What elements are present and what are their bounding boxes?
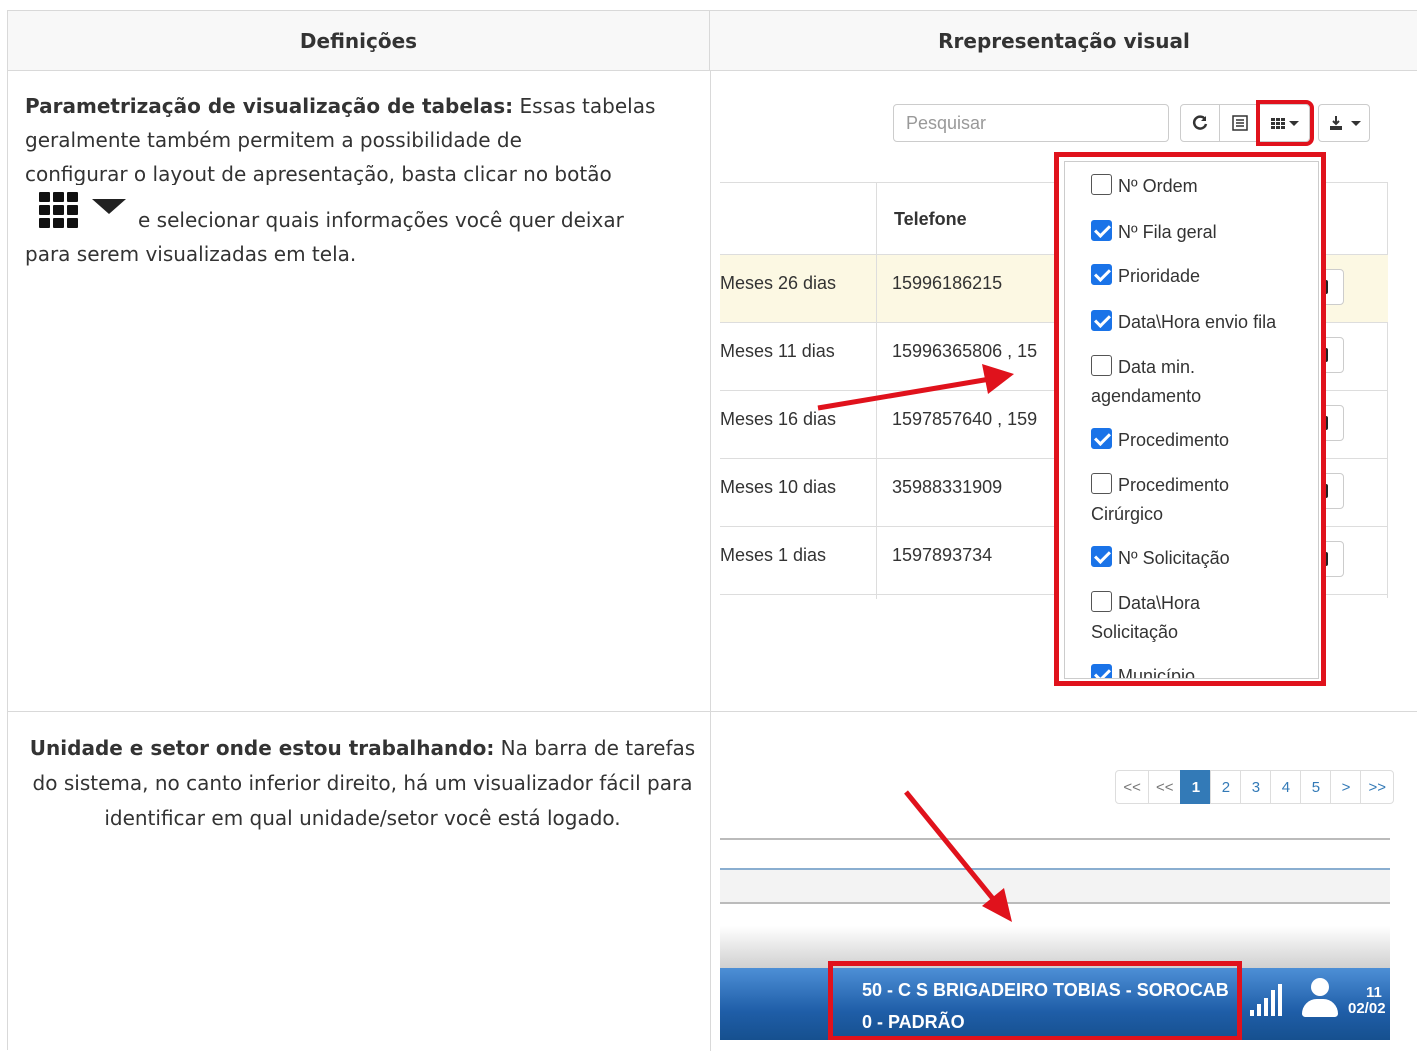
clipped-text-line: configurar o layout de apresentação, bas… [25,162,612,185]
table-config-screenshot: Pesquisar Telefone Meses 26 dias 1599618… [720,62,1410,698]
page-4[interactable]: 4 [1270,770,1302,804]
checkbox-checked-icon[interactable] [1091,428,1112,449]
column-option[interactable]: Data\Hora Solicitação [1091,589,1301,647]
checkbox-checked-icon[interactable] [1091,310,1112,331]
checkbox-checked-icon[interactable] [1091,264,1112,285]
checkbox-icon[interactable] [1091,355,1112,376]
columns-grid-icon [1270,117,1285,129]
export-button[interactable] [1318,104,1370,142]
export-icon [1329,116,1342,130]
signal-icon [1250,984,1282,1016]
page-prev[interactable]: << [1147,770,1182,804]
page-1[interactable]: 1 [1180,770,1212,804]
caret-down-icon [1288,120,1299,126]
inline-icon-row: e selecionar quais informações você quer… [25,185,700,237]
columns-grid-icon [39,192,79,230]
checkbox-icon[interactable] [1091,591,1112,612]
unit-highlight-box [828,961,1242,1040]
refresh-button[interactable] [1180,104,1220,142]
page-last[interactable]: >> [1360,770,1394,804]
checkbox-checked-icon[interactable] [1091,664,1112,678]
checkbox-checked-icon[interactable] [1091,220,1112,241]
page-3[interactable]: 3 [1240,770,1272,804]
page-2[interactable]: 2 [1210,770,1242,804]
toolbar-button-group [1180,100,1370,146]
table-params-description: Parametrização de visualização de tabela… [25,89,700,271]
unit-sector-title: Unidade e setor onde estou trabalhando: [29,736,495,760]
column-option[interactable]: Nº Ordem [1091,172,1301,201]
checkbox-icon[interactable] [1091,174,1112,195]
caret-down-icon [92,198,126,214]
page-next[interactable]: > [1330,770,1362,804]
toggle-view-button[interactable] [1220,104,1260,142]
column-option[interactable]: Data min. agendamento [1091,353,1301,411]
separator [720,838,1390,840]
clock-time: 11 [1366,984,1382,1001]
column-option[interactable]: Nº Fila geral [1091,218,1301,247]
column-option[interactable]: Nº Solicitação [1091,544,1301,573]
caret-down-icon [1350,120,1361,126]
column-option[interactable]: Município [1091,662,1301,678]
pagination: << << 1 2 3 4 5 > >> [1115,770,1394,804]
column-header-telefone: Telefone [894,209,967,229]
list-icon [1231,115,1248,131]
column-option[interactable]: Prioridade [1091,262,1301,291]
checkbox-icon[interactable] [1091,473,1112,494]
search-input[interactable]: Pesquisar [893,104,1169,142]
column-selector-dropdown: Nº Ordem Nº Fila geral Prioridade Data\H… [1054,152,1326,686]
column-option[interactable]: Procedimento [1091,426,1301,455]
column-divider [710,71,711,1051]
user-icon[interactable] [1302,978,1338,1020]
clock-date: 02/02 [1348,1000,1386,1017]
red-arrow-icon [904,790,1012,922]
column-divider [876,183,877,599]
column-option[interactable]: Procedimento Cirúrgico [1091,471,1301,529]
taskbar-screenshot: << << 1 2 3 4 5 > >> 50 - C S BRIGADEIRO… [720,708,1410,1040]
page-5[interactable]: 5 [1300,770,1332,804]
refresh-icon [1192,115,1208,130]
header-definitions: Definições [8,11,710,71]
column-options-list: Nº Ordem Nº Fila geral Prioridade Data\H… [1064,161,1319,679]
column-option[interactable]: Data\Hora envio fila [1091,308,1301,337]
content-band [720,868,1390,904]
table-params-title: Parametrização de visualização de tabela… [25,94,514,118]
columns-button[interactable] [1256,100,1314,146]
checkbox-checked-icon[interactable] [1091,546,1112,567]
page-first[interactable]: << [1115,770,1149,804]
unit-sector-description: Unidade e setor onde estou trabalhando: … [29,736,696,830]
